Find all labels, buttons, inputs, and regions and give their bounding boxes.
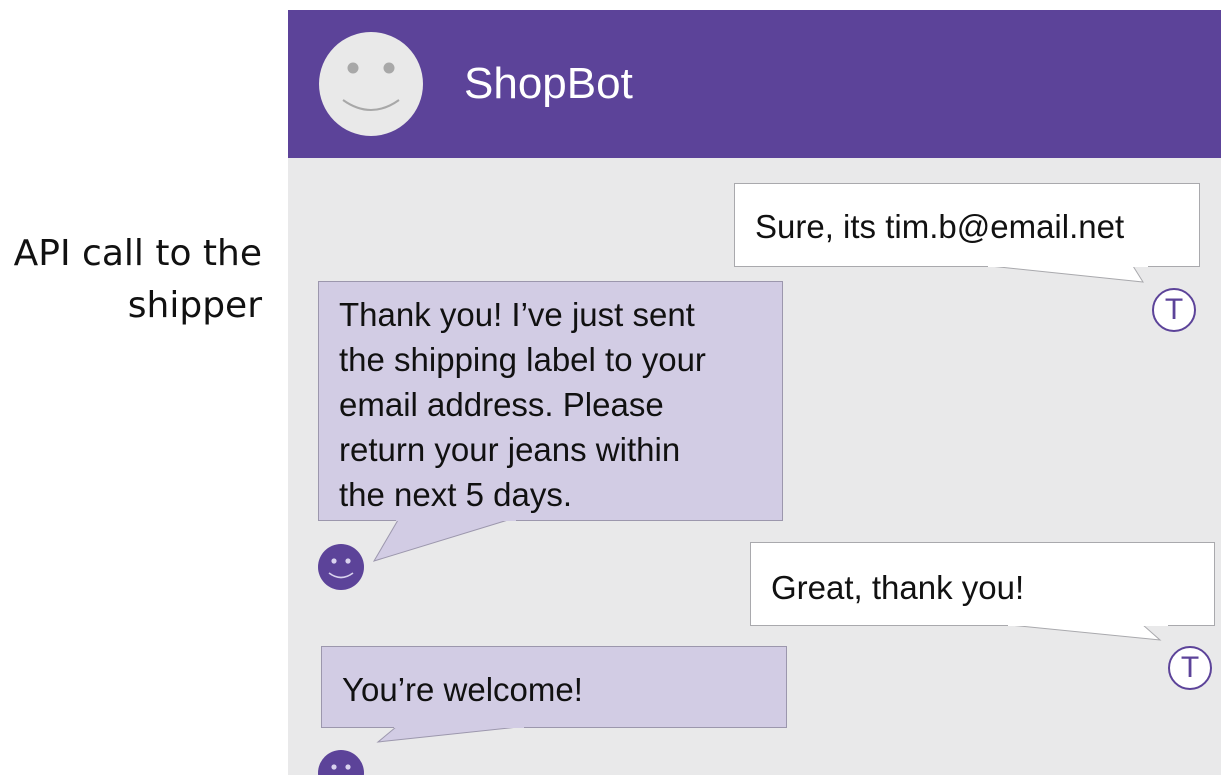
bot-message-line: the shipping label to your	[339, 341, 706, 378]
user-message-text: Sure, its tim.b@email.net	[755, 208, 1125, 245]
bubble-tail	[988, 265, 1148, 283]
bot-avatar-icon	[319, 32, 423, 136]
bot-message-line: Thank you! I’ve just sent	[339, 296, 695, 333]
annotation-line-2: shipper	[127, 285, 262, 326]
chat-title: ShopBot	[464, 59, 633, 108]
user-message-bubble: Great, thank you!	[750, 542, 1215, 626]
bubble-tail	[1008, 624, 1168, 641]
bubble-tail	[376, 726, 524, 743]
bot-message-bubble: You’re welcome!	[321, 646, 787, 728]
user-message-bubble: Sure, its tim.b@email.net	[734, 183, 1200, 267]
user-message-text: Great, thank you!	[771, 569, 1025, 606]
bot-message-bubble: Thank you! I’ve just sent the shipping l…	[318, 281, 783, 521]
bot-message-line: the next 5 days.	[339, 476, 572, 513]
bot-avatar-icon	[318, 750, 364, 775]
api-call-annotation: API call to the shipper	[0, 228, 262, 332]
bot-message-line: email address. Please	[339, 386, 664, 423]
bot-message-line: return your jeans within	[339, 431, 681, 468]
chat-window: ShopBot Sure, its tim.b@email.net T Than…	[288, 10, 1221, 775]
annotation-line-1: API call to the	[13, 233, 262, 274]
user-avatar-icon: T	[1152, 288, 1196, 332]
bubble-tail	[372, 519, 516, 562]
user-avatar-icon: T	[1168, 646, 1212, 690]
chat-header: ShopBot	[288, 10, 1221, 158]
bot-avatar-icon	[318, 544, 364, 590]
bot-message-text: You’re welcome!	[342, 671, 583, 708]
